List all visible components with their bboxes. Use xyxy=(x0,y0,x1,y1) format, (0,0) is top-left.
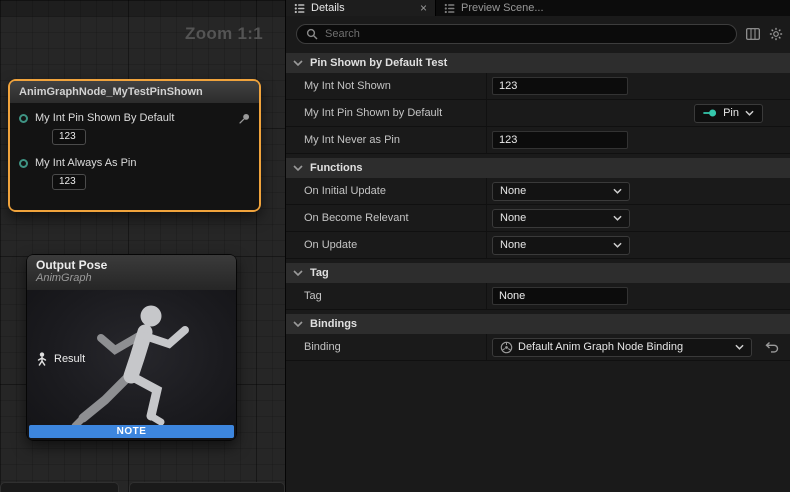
property-label: Tag xyxy=(286,283,486,309)
chevron-down-icon xyxy=(293,321,303,327)
tag-input[interactable] xyxy=(492,287,628,305)
node-title: Output Pose xyxy=(36,258,227,272)
binding-dropdown[interactable]: Default Anim Graph Node Binding xyxy=(492,338,752,357)
note-badge[interactable]: NOTE xyxy=(29,425,234,438)
pin-value-box[interactable]: 123 xyxy=(52,174,86,190)
unreal-editor-window: Zoom 1:1 AnimGraphNode_MyTestPinShown My… xyxy=(0,0,790,492)
chevron-down-icon xyxy=(745,110,754,116)
property-label: On Become Relevant xyxy=(286,205,486,231)
reset-binding-icon[interactable] xyxy=(765,341,780,354)
node-body: My Int Pin Shown By Default 123 My Int A… xyxy=(10,103,259,210)
property-label: My Int Pin Shown by Default xyxy=(286,100,486,126)
int-pin-icon[interactable] xyxy=(19,159,28,168)
dropdown-value: Default Anim Graph Node Binding xyxy=(518,341,683,353)
property-row-on-become-relevant: On Become Relevant None xyxy=(286,205,790,232)
pose-pin-icon[interactable] xyxy=(36,352,48,366)
property-row-on-initial-update: On Initial Update None xyxy=(286,178,790,205)
dropdown-value: None xyxy=(500,185,526,197)
pin-dropdown-label: Pin xyxy=(723,107,739,119)
node-title: AnimGraphNode_MyTestPinShown xyxy=(19,86,203,98)
node-title-bar[interactable]: AnimGraphNode_MyTestPinShown xyxy=(10,81,259,103)
details-toolbar xyxy=(286,16,790,52)
search-icon xyxy=(306,28,318,40)
pin-label: My Int Always As Pin xyxy=(35,157,136,169)
category-title: Pin Shown by Default Test xyxy=(310,57,447,69)
property-row-on-update: On Update None xyxy=(286,232,790,259)
node-title-bar[interactable]: Output Pose AnimGraph xyxy=(27,255,236,290)
property-row-my-int-pin-shown-by-default: My Int Pin Shown by Default Pin xyxy=(286,100,790,127)
pin-toggle-icon[interactable] xyxy=(238,112,251,125)
tab-details[interactable]: Details × xyxy=(286,0,436,16)
preview-tab-icon xyxy=(444,3,455,14)
my-int-never-as-pin-input[interactable] xyxy=(492,131,628,149)
node-animgraphnode-mytestpinshown[interactable]: AnimGraphNode_MyTestPinShown My Int Pin … xyxy=(8,79,261,212)
graph-top-shade xyxy=(0,0,285,17)
on-become-relevant-dropdown[interactable]: None xyxy=(492,209,630,228)
on-initial-update-dropdown[interactable]: None xyxy=(492,182,630,201)
chevron-down-icon xyxy=(613,242,622,248)
property-row-my-int-never-as-pin: My Int Never as Pin xyxy=(286,127,790,154)
search-box[interactable] xyxy=(296,24,737,44)
result-pin-row: Result xyxy=(36,352,85,366)
category-functions[interactable]: Functions xyxy=(286,158,790,178)
offscreen-node-stub xyxy=(129,482,285,492)
tab-preview-scene[interactable]: Preview Scene... xyxy=(436,0,552,16)
chevron-down-icon xyxy=(613,188,622,194)
pin-value-box[interactable]: 123 xyxy=(52,129,86,145)
binding-icon xyxy=(500,341,513,354)
property-label: On Initial Update xyxy=(286,178,486,204)
category-title: Bindings xyxy=(310,318,357,330)
details-tab-icon xyxy=(294,3,305,14)
category-title: Tag xyxy=(310,267,329,279)
pin-visibility-dropdown[interactable]: Pin xyxy=(694,104,763,123)
dropdown-value: None xyxy=(500,239,526,251)
details-panel: Details × Preview Scene... xyxy=(285,0,790,492)
mannequin-figure xyxy=(53,292,211,440)
tab-bar: Details × Preview Scene... xyxy=(286,0,790,16)
zoom-indicator: Zoom 1:1 xyxy=(185,24,263,44)
property-row-tag: Tag xyxy=(286,283,790,310)
chevron-down-icon xyxy=(293,60,303,66)
offscreen-node-stub xyxy=(0,482,119,492)
property-label: My Int Not Shown xyxy=(286,73,486,99)
chevron-down-icon xyxy=(613,215,622,221)
pin-icon xyxy=(703,107,717,119)
tab-label: Details xyxy=(311,2,345,14)
property-row-my-int-not-shown: My Int Not Shown xyxy=(286,73,790,100)
category-tag[interactable]: Tag xyxy=(286,263,790,283)
property-row-binding: Binding Default Anim Graph Node Binding xyxy=(286,334,790,361)
property-label: My Int Never as Pin xyxy=(286,127,486,153)
node-subtitle: AnimGraph xyxy=(36,272,227,284)
result-pin-label: Result xyxy=(54,353,85,365)
property-label: On Update xyxy=(286,232,486,258)
int-pin-icon[interactable] xyxy=(19,114,28,123)
category-title: Functions xyxy=(310,162,363,174)
close-icon[interactable]: × xyxy=(420,2,427,14)
node-output-pose[interactable]: Output Pose AnimGraph xyxy=(26,254,237,441)
chevron-down-icon xyxy=(293,165,303,171)
category-bindings[interactable]: Bindings xyxy=(286,314,790,334)
anim-graph-canvas[interactable]: Zoom 1:1 AnimGraphNode_MyTestPinShown My… xyxy=(0,0,285,492)
on-update-dropdown[interactable]: None xyxy=(492,236,630,255)
pin-row: My Int Always As Pin xyxy=(16,155,251,171)
column-view-icon[interactable] xyxy=(746,28,760,40)
pin-row: My Int Pin Shown By Default xyxy=(16,110,251,126)
my-int-not-shown-input[interactable] xyxy=(492,77,628,95)
chevron-down-icon xyxy=(735,344,744,350)
dropdown-value: None xyxy=(500,212,526,224)
gear-icon[interactable] xyxy=(769,27,783,41)
property-label: Binding xyxy=(286,334,486,360)
chevron-down-icon xyxy=(293,270,303,276)
search-input[interactable] xyxy=(325,28,727,40)
tab-label: Preview Scene... xyxy=(461,2,544,14)
node-preview-body: Result NOTE xyxy=(27,290,236,440)
pin-label: My Int Pin Shown By Default xyxy=(35,112,174,124)
category-pin-shown-by-default-test[interactable]: Pin Shown by Default Test xyxy=(286,53,790,73)
